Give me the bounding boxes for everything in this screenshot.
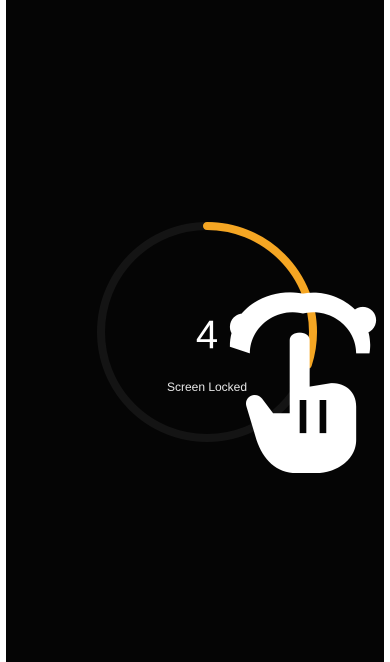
hand-touch-icon [190,267,377,474]
countdown-ring: 4 Screen Locked [94,219,377,474]
lock-screen: 4 Screen Locked [6,0,384,662]
countdown-number: 4 [195,313,219,357]
screen-locked-label: Screen Locked [166,380,248,394]
